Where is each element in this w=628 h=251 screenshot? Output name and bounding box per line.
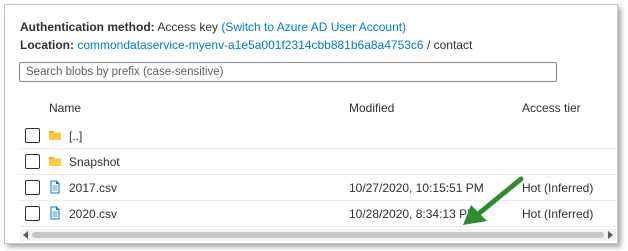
row-name[interactable]: [..] [69, 129, 82, 143]
column-header-modified[interactable]: Modified [349, 101, 394, 115]
scrollbar-thumb[interactable] [32, 232, 604, 238]
location-separator: / [426, 38, 431, 52]
location-container-link[interactable]: commondataservice-myenv-a1e5a001f2314cbb… [77, 38, 423, 52]
column-header-access-tier[interactable]: Access tier [522, 101, 581, 115]
row-name[interactable]: 2020.csv [69, 207, 117, 221]
location-path: contact [433, 38, 473, 52]
file-icon [48, 180, 62, 194]
location-line: Location: commondataservice-myenv-a1e5a0… [20, 38, 472, 52]
row-checkbox[interactable] [25, 206, 40, 221]
row-checkbox[interactable] [25, 128, 40, 143]
annotation-arrow-icon [463, 176, 524, 225]
table-row[interactable]: [..] [19, 123, 617, 149]
auth-method-value: Access key [157, 20, 219, 34]
row-checkbox[interactable] [25, 180, 40, 195]
row-checkbox[interactable] [25, 154, 40, 169]
row-name[interactable]: Snapshot [69, 155, 120, 169]
folder-icon [48, 128, 62, 142]
row-name[interactable]: 2017.csv [69, 181, 117, 195]
file-icon [48, 206, 62, 220]
auth-method-line: Authentication method: Access key (Switc… [20, 20, 406, 34]
auth-method-label: Authentication method: [20, 20, 155, 34]
scroll-right-icon[interactable] [608, 231, 613, 239]
scroll-left-icon[interactable] [23, 231, 28, 239]
storage-explorer-panel: Authentication method: Access key (Switc… [4, 4, 618, 244]
folder-icon [48, 154, 62, 168]
switch-auth-link[interactable]: (Switch to Azure AD User Account) [221, 20, 406, 34]
column-header-name[interactable]: Name [49, 101, 81, 115]
location-label: Location: [20, 38, 74, 52]
search-blobs-input[interactable]: Search blobs by prefix (case-sensitive) [19, 62, 557, 82]
